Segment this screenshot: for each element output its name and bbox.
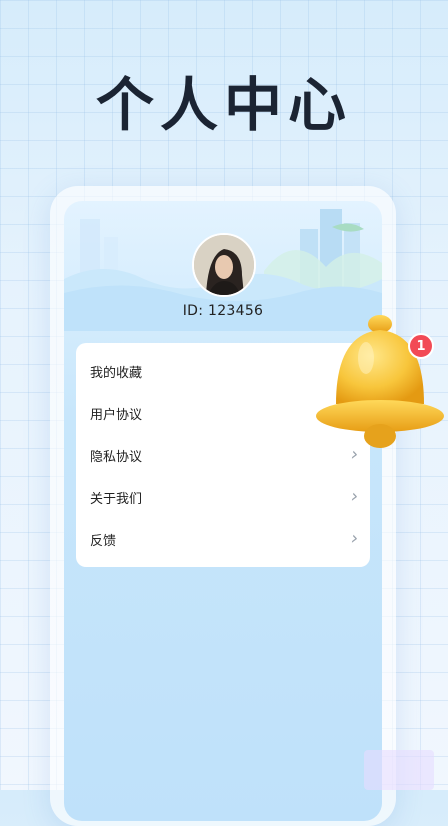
avatar-image xyxy=(194,235,254,295)
page-title: 个人中心 xyxy=(95,71,352,139)
bell-icon[interactable] xyxy=(314,312,448,452)
corner-decoration xyxy=(364,750,434,790)
profile-screen: ID: 123456 我的收藏 用户协议 隐私协议 › 关于我们 › 反馈 › xyxy=(64,201,382,821)
menu-item-label: 隐私协议 xyxy=(90,449,143,465)
menu-item-about-us[interactable]: 关于我们 › xyxy=(76,476,370,518)
menu-item-feedback[interactable]: 反馈 › xyxy=(76,518,370,560)
menu-item-label: 反馈 xyxy=(90,533,117,549)
chevron-right-icon: › xyxy=(350,528,358,549)
menu-item-label: 关于我们 xyxy=(90,491,143,507)
avatar[interactable] xyxy=(192,233,256,297)
chevron-right-icon: › xyxy=(350,486,358,507)
notification-count-badge: 1 xyxy=(408,333,434,359)
